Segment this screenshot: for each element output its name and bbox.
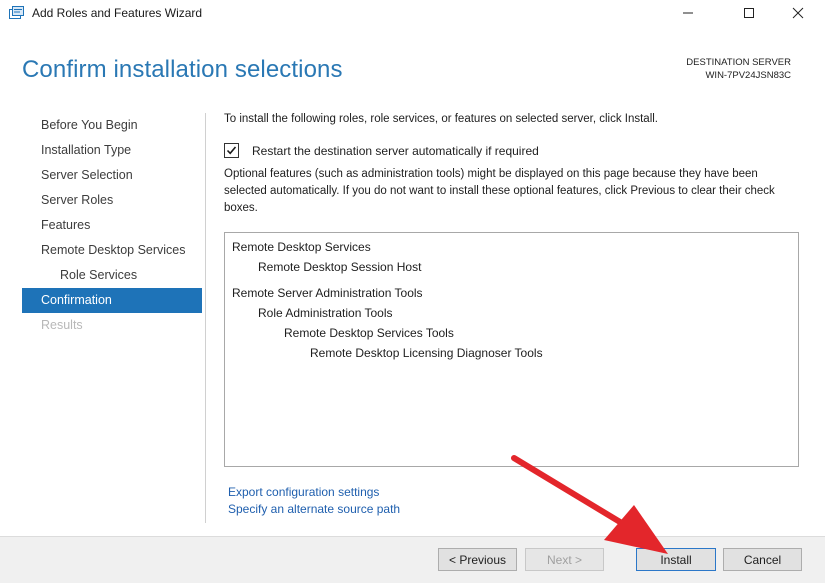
- annotation-arrow-shaft: [511, 455, 633, 531]
- nav-item-before-you-begin[interactable]: Before You Begin: [22, 113, 202, 138]
- selections-list: Remote Desktop Services Remote Desktop S…: [224, 232, 799, 467]
- restart-option: Restart the destination server automatic…: [224, 143, 539, 158]
- selection-item: Remote Server Administration Tools: [232, 286, 423, 300]
- destination-server-name: WIN-7PV24JSN83C: [705, 70, 791, 81]
- next-button: Next >: [525, 548, 604, 571]
- selection-item: Remote Desktop Services Tools: [284, 326, 454, 340]
- selection-item: Remote Desktop Session Host: [258, 260, 422, 274]
- nav-item-features[interactable]: Features: [22, 213, 202, 238]
- restart-checkbox-label[interactable]: Restart the destination server automatic…: [252, 144, 539, 158]
- nav-item-confirmation[interactable]: Confirmation: [22, 288, 202, 313]
- intro-text: To install the following roles, role ser…: [224, 113, 658, 125]
- export-configuration-link[interactable]: Export configuration settings: [228, 485, 379, 499]
- install-button[interactable]: Install: [636, 548, 716, 571]
- selection-item: Remote Desktop Licensing Diagnoser Tools: [310, 346, 543, 360]
- destination-server-info: DESTINATION SERVER WIN-7PV24JSN83C: [591, 56, 791, 82]
- minimize-icon: [683, 12, 693, 14]
- alternate-source-link[interactable]: Specify an alternate source path: [228, 502, 400, 516]
- server-manager-icon: [9, 6, 25, 20]
- previous-button[interactable]: < Previous: [438, 548, 517, 571]
- wizard-nav: Before You Begin Installation Type Serve…: [22, 113, 202, 338]
- cancel-button[interactable]: Cancel: [723, 548, 802, 571]
- nav-item-role-services[interactable]: Role Services: [22, 263, 202, 288]
- optional-features-note: Optional features (such as administratio…: [224, 168, 775, 214]
- window-title: Add Roles and Features Wizard: [32, 6, 203, 20]
- title-bar: Add Roles and Features Wizard: [0, 0, 825, 26]
- destination-server-label: DESTINATION SERVER: [686, 57, 791, 68]
- nav-item-installation-type[interactable]: Installation Type: [22, 138, 202, 163]
- close-button[interactable]: [775, 0, 821, 26]
- checkmark-icon: [226, 146, 237, 155]
- maximize-icon: [744, 8, 754, 18]
- maximize-button[interactable]: [726, 0, 772, 26]
- nav-item-remote-desktop-services[interactable]: Remote Desktop Services: [22, 238, 202, 263]
- minimize-button[interactable]: [665, 0, 711, 26]
- nav-item-results: Results: [41, 318, 83, 332]
- nav-item-server-selection[interactable]: Server Selection: [22, 163, 202, 188]
- nav-item-server-roles[interactable]: Server Roles: [22, 188, 202, 213]
- nav-divider: [205, 113, 206, 523]
- restart-checkbox[interactable]: [224, 143, 239, 158]
- selection-item: Remote Desktop Services: [232, 240, 371, 254]
- page-title: Confirm installation selections: [22, 56, 343, 83]
- close-icon: [792, 7, 804, 19]
- selection-item: Role Administration Tools: [258, 306, 393, 320]
